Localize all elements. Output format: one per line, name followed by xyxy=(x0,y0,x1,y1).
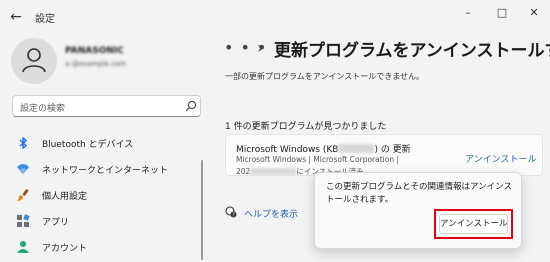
bluetooth-icon xyxy=(19,137,27,149)
profile-name: PANASONIC xyxy=(65,46,124,56)
sidebar-item-label: ネットワークとインターネット xyxy=(42,166,169,176)
highlight-box: アンインストール xyxy=(434,209,513,239)
person-icon xyxy=(22,48,46,73)
confirm-uninstall-button[interactable]: アンインストール xyxy=(439,214,508,234)
redacted-kb-number xyxy=(338,144,375,153)
page-subtitle: 一部の更新プログラムをアンインストールできません。 xyxy=(225,72,425,81)
search-input[interactable]: 設定の検索 xyxy=(12,95,201,117)
sidebar-item-label: Bluetooth とデバイス xyxy=(42,140,134,150)
maximize-button[interactable]: □ xyxy=(489,5,515,21)
app-title: 設定 xyxy=(35,14,55,25)
sidebar-item-label: 個人用設定 xyxy=(42,192,88,202)
sidebar-item-accounts[interactable]: アカウント xyxy=(12,234,201,260)
brush-icon xyxy=(17,189,29,201)
sidebar-item-network[interactable]: ネットワークとインターネット xyxy=(12,156,201,182)
profile-email: a-@example.com xyxy=(65,60,127,68)
svg-text:?: ? xyxy=(232,212,235,218)
sidebar-item-personalization[interactable]: 個人用設定 xyxy=(12,182,201,208)
update-card: Microsoft Windows (KB ) の 更新 Microsoft Wi… xyxy=(225,134,543,176)
uninstall-link[interactable]: アンインストール xyxy=(465,152,536,165)
account-icon xyxy=(17,241,29,253)
update-date-prefix: 202 xyxy=(236,167,251,176)
search-placeholder: 設定の検索 xyxy=(20,104,66,114)
help-icon: ? xyxy=(225,206,237,218)
search-icon[interactable] xyxy=(185,100,197,112)
update-name: Microsoft Windows (KB ) の 更新 xyxy=(236,142,411,155)
apps-icon xyxy=(17,214,30,227)
sidebar-item-label: アプリ xyxy=(42,218,70,228)
help-link[interactable]: ヘルプを表示 xyxy=(244,207,298,220)
sidebar-scrollbar[interactable] xyxy=(201,160,203,260)
uninstall-confirm-flyout: この更新プログラムとその関連情報はアンインストールされます。 アンインストール xyxy=(314,172,522,249)
minimize-button[interactable]: – xyxy=(455,5,481,21)
page-title: 更新プログラムをアンインストールす xyxy=(274,41,550,61)
update-count: 1 件の更新プログラムが見つかりました xyxy=(225,122,387,132)
flyout-message: この更新プログラムとその関連情報はアンインストールされます。 xyxy=(326,182,512,205)
avatar[interactable] xyxy=(11,38,57,84)
sidebar-item-bluetooth[interactable]: Bluetooth とデバイス xyxy=(12,130,201,156)
update-name-prefix: Microsoft Windows (KB xyxy=(236,145,339,155)
title-bar: ← 設定 – □ ✕ xyxy=(0,0,550,34)
sidebar-item-apps[interactable]: アプリ xyxy=(12,208,201,234)
redacted-date xyxy=(250,168,297,175)
breadcrumb-separator: › xyxy=(257,38,264,57)
sidebar-item-label: アカウント xyxy=(42,244,88,254)
update-name-suffix: ) の 更新 xyxy=(374,145,411,155)
back-icon[interactable]: ← xyxy=(7,9,25,25)
update-publisher: Microsoft Windows | Microsoft Corporatio… xyxy=(236,155,400,164)
close-button[interactable]: ✕ xyxy=(521,5,547,21)
wifi-icon xyxy=(17,164,29,174)
